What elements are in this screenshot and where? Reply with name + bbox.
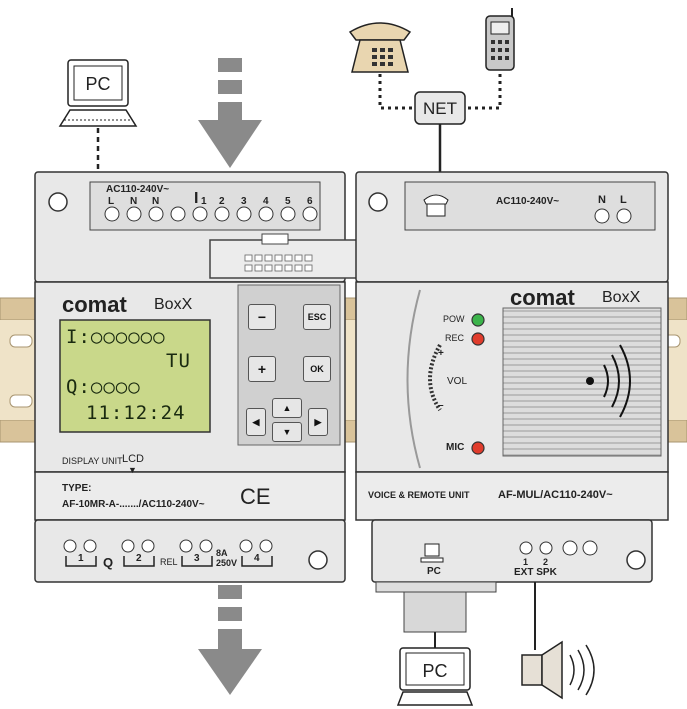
lcd-pointer-icon: ▼ <box>128 465 137 475</box>
dpad: ▲ ◀ ▶ ▼ <box>246 398 330 442</box>
plus-button[interactable]: + <box>248 356 276 382</box>
plc-input-2: 2 <box>219 196 225 207</box>
voice-power-label: AC110-240V~ <box>496 196 560 207</box>
plc-power-label: AC110-240V~ <box>106 184 170 195</box>
plc-terminal-l: L <box>108 196 115 207</box>
ok-button[interactable]: OK <box>303 356 331 382</box>
ext-spk-label: EXT SPK <box>514 567 557 578</box>
rec-label: REC <box>445 333 465 343</box>
voice-terminal-n: N <box>598 194 606 206</box>
arrow-in-icon <box>198 58 262 168</box>
net-label: NET <box>423 99 457 118</box>
plc-model: BoxX <box>154 296 193 313</box>
plc-input-6: 6 <box>307 196 313 207</box>
lcd-line-3: Q:○○○○ <box>66 376 141 398</box>
vol-plus: + <box>438 348 444 359</box>
voice-unit-label: VOICE & REMOTE UNIT <box>368 490 470 500</box>
plc-input-1: 1 <box>201 196 207 207</box>
ce-mark: CE <box>240 484 271 509</box>
left-arrow-button[interactable]: ◀ <box>246 408 266 436</box>
right-arrow-button[interactable]: ▶ <box>308 408 328 436</box>
plc-input-4: 4 <box>263 196 269 207</box>
voice-unit <box>355 171 669 583</box>
type-label: TYPE: <box>62 483 92 494</box>
voice-terminal-l: L <box>620 194 627 206</box>
up-arrow-button[interactable]: ▲ <box>272 398 302 418</box>
ext-2: 2 <box>543 557 549 567</box>
rel-label: REL <box>160 557 178 567</box>
pow-label: POW <box>443 314 465 324</box>
voice-model: BoxX <box>602 289 641 306</box>
ext-1: 1 <box>523 557 529 567</box>
voice-phone-icon <box>423 194 449 217</box>
rec-led <box>471 332 485 346</box>
output-3: 3 <box>194 553 200 564</box>
plc-terminal-n2: N <box>152 196 160 207</box>
plc-brand: comat <box>62 292 127 317</box>
lcd-line-4: 11:12:24 <box>86 402 186 424</box>
minus-button[interactable]: − <box>248 304 276 330</box>
lcd-line-1: I:○○○○○○ <box>66 326 166 348</box>
pc-top-label: PC <box>85 74 110 94</box>
q-label: Q <box>103 555 114 570</box>
plc-input-label: I <box>194 190 199 207</box>
mobile-phone-icon <box>485 8 515 71</box>
vol-minus: – <box>438 400 444 411</box>
display-unit-label: DISPLAY UNIT <box>62 456 123 466</box>
output-1: 1 <box>78 553 84 564</box>
down-arrow-button[interactable]: ▼ <box>272 422 302 442</box>
esc-button[interactable]: ESC <box>303 304 331 330</box>
rating-label: 8A 250V <box>216 548 238 568</box>
external-speaker-icon <box>521 640 595 700</box>
lcd-line-2: TU <box>166 350 191 372</box>
pc-bottom-label: PC <box>422 661 447 681</box>
plc-input-5: 5 <box>285 196 291 207</box>
telephone-icon <box>348 22 412 73</box>
pow-led <box>471 313 485 327</box>
plc-terminal-n1: N <box>130 196 138 207</box>
output-4: 4 <box>254 553 260 564</box>
mic-led <box>471 441 485 455</box>
voice-model-code: AF-MUL/AC110-240V~ <box>498 489 613 501</box>
voice-brand: comat <box>510 285 575 310</box>
plc-input-3: 3 <box>241 196 247 207</box>
vol-label: VOL <box>447 376 468 387</box>
arrow-out-icon <box>198 585 262 695</box>
lcd-label: LCD <box>122 453 145 465</box>
type-value: AF-10MR-A-......./AC110-240V~ <box>62 499 205 510</box>
mic-label: MIC <box>446 442 465 453</box>
pc-port-label: PC <box>427 566 441 577</box>
system-diagram: NET PC PC <box>0 8 687 706</box>
output-2: 2 <box>136 553 142 564</box>
